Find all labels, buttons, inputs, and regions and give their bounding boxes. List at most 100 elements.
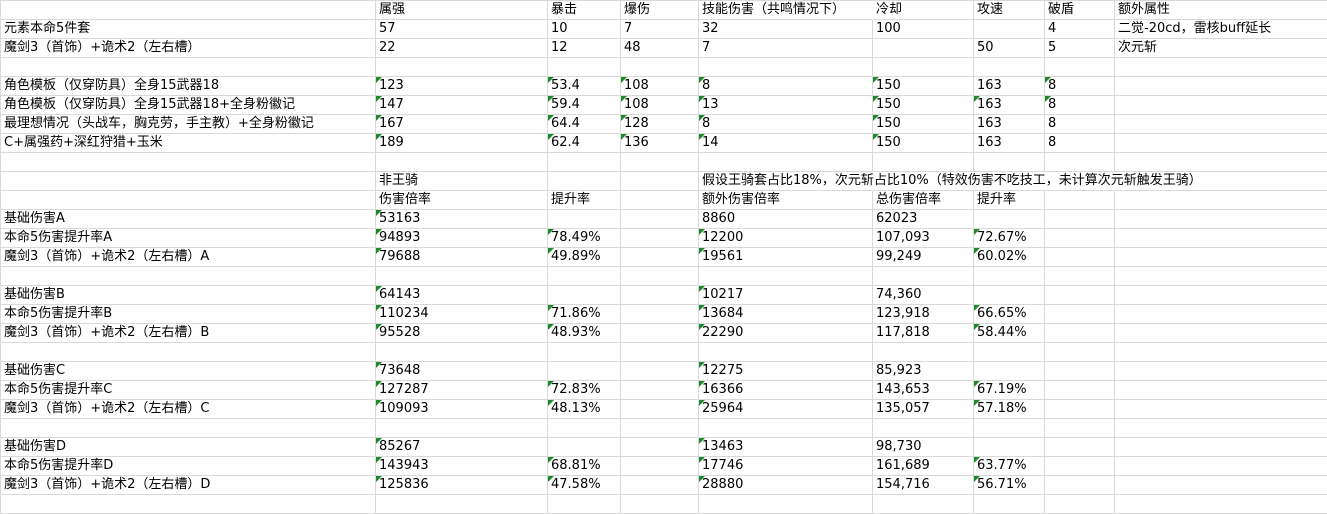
cell-r2-c9[interactable]: 二觉-20cd，雷核buff延长: [1115, 20, 1327, 39]
cell-r2-c2[interactable]: 57: [376, 20, 548, 39]
cell-r16-c3[interactable]: [548, 286, 621, 305]
cell-r5-c5[interactable]: 8: [699, 77, 873, 96]
cell-r1-c5[interactable]: 技能伤害（共鸣情况下）: [699, 1, 873, 20]
cell-r21-c6[interactable]: 143,653: [873, 381, 974, 400]
cell-r13-c9[interactable]: [1115, 229, 1327, 248]
cell-r5-c6[interactable]: 150: [873, 77, 974, 96]
cell-r23-c1[interactable]: [1, 419, 376, 438]
cell-r7-c9[interactable]: [1115, 115, 1327, 134]
cell-r12-c8[interactable]: [1045, 210, 1115, 229]
cell-r19-c3[interactable]: [548, 343, 621, 362]
cell-r9-c9[interactable]: [1115, 153, 1327, 172]
cell-r18-c9[interactable]: [1115, 324, 1327, 343]
cell-r20-c1[interactable]: 基础伤害C: [1, 362, 376, 381]
cell-r7-c5[interactable]: 8: [699, 115, 873, 134]
cell-r24-c9[interactable]: [1115, 438, 1327, 457]
cell-r18-c6[interactable]: 117,818: [873, 324, 974, 343]
cell-r17-c8[interactable]: [1045, 305, 1115, 324]
cell-r26-c5[interactable]: 28880: [699, 476, 873, 495]
cell-r15-c8[interactable]: [1045, 267, 1115, 286]
cell-r20-c2[interactable]: 73648: [376, 362, 548, 381]
cell-r27-c6[interactable]: [873, 495, 974, 514]
cell-r13-c5[interactable]: 12200: [699, 229, 873, 248]
cell-r4-c8[interactable]: [1045, 58, 1115, 77]
cell-r20-c3[interactable]: [548, 362, 621, 381]
cell-r14-c3[interactable]: 49.89%: [548, 248, 621, 267]
cell-r21-c4[interactable]: [621, 381, 699, 400]
cell-r3-c6[interactable]: [873, 39, 974, 58]
cell-r3-c5[interactable]: 7: [699, 39, 873, 58]
cell-r6-c5[interactable]: 13: [699, 96, 873, 115]
cell-r19-c9[interactable]: [1115, 343, 1327, 362]
cell-r21-c2[interactable]: 127287: [376, 381, 548, 400]
cell-r3-c9[interactable]: 次元斩: [1115, 39, 1327, 58]
cell-r4-c5[interactable]: [699, 58, 873, 77]
cell-r2-c6[interactable]: 100: [873, 20, 974, 39]
cell-r11-c2[interactable]: 伤害倍率: [376, 191, 548, 210]
cell-r9-c3[interactable]: [548, 153, 621, 172]
cell-r23-c4[interactable]: [621, 419, 699, 438]
cell-r17-c9[interactable]: [1115, 305, 1327, 324]
cell-r16-c9[interactable]: [1115, 286, 1327, 305]
cell-r11-c6[interactable]: 总伤害倍率: [873, 191, 974, 210]
cell-r15-c2[interactable]: [376, 267, 548, 286]
cell-r5-c4[interactable]: 108: [621, 77, 699, 96]
cell-r16-c5[interactable]: 10217: [699, 286, 873, 305]
cell-r7-c1[interactable]: 最理想情况（头战车，胸克劳，手主教）+全身粉徽记: [1, 115, 376, 134]
cell-r22-c6[interactable]: 135,057: [873, 400, 974, 419]
cell-r3-c1[interactable]: 魔剑3（首饰）+诡术2（左右槽）: [1, 39, 376, 58]
cell-r20-c9[interactable]: [1115, 362, 1327, 381]
cell-r7-c8[interactable]: 8: [1045, 115, 1115, 134]
cell-r1-c8[interactable]: 破盾: [1045, 1, 1115, 20]
cell-r11-c8[interactable]: [1045, 191, 1115, 210]
cell-r18-c4[interactable]: [621, 324, 699, 343]
cell-r7-c4[interactable]: 128: [621, 115, 699, 134]
cell-r6-c4[interactable]: 108: [621, 96, 699, 115]
cell-r25-c8[interactable]: [1045, 457, 1115, 476]
cell-r21-c7[interactable]: 67.19%: [974, 381, 1045, 400]
cell-r9-c8[interactable]: [1045, 153, 1115, 172]
cell-r21-c9[interactable]: [1115, 381, 1327, 400]
cell-r6-c9[interactable]: [1115, 96, 1327, 115]
cell-r22-c7[interactable]: 57.18%: [974, 400, 1045, 419]
cell-r8-c7[interactable]: 163: [974, 134, 1045, 153]
cell-r23-c2[interactable]: [376, 419, 548, 438]
cell-r4-c6[interactable]: [873, 58, 974, 77]
cell-r12-c2[interactable]: 53163: [376, 210, 548, 229]
cell-r10-c1[interactable]: [1, 172, 376, 191]
cell-r10-c8[interactable]: [1045, 172, 1115, 191]
cell-r25-c1[interactable]: 本命5伤害提升率D: [1, 457, 376, 476]
cell-r16-c7[interactable]: [974, 286, 1045, 305]
cell-r18-c2[interactable]: 95528: [376, 324, 548, 343]
cell-r8-c3[interactable]: 62.4: [548, 134, 621, 153]
cell-r7-c2[interactable]: 167: [376, 115, 548, 134]
cell-r26-c2[interactable]: 125836: [376, 476, 548, 495]
cell-r4-c3[interactable]: [548, 58, 621, 77]
cell-r12-c7[interactable]: [974, 210, 1045, 229]
cell-r7-c7[interactable]: 163: [974, 115, 1045, 134]
cell-r3-c4[interactable]: 48: [621, 39, 699, 58]
cell-r19-c6[interactable]: [873, 343, 974, 362]
cell-r26-c8[interactable]: [1045, 476, 1115, 495]
cell-r24-c5[interactable]: 13463: [699, 438, 873, 457]
cell-r22-c1[interactable]: 魔剑3（首饰）+诡术2（左右槽）C: [1, 400, 376, 419]
cell-r14-c2[interactable]: 79688: [376, 248, 548, 267]
cell-r17-c3[interactable]: 71.86%: [548, 305, 621, 324]
cell-r17-c4[interactable]: [621, 305, 699, 324]
cell-r22-c2[interactable]: 109093: [376, 400, 548, 419]
cell-r6-c2[interactable]: 147: [376, 96, 548, 115]
cell-r22-c5[interactable]: 25964: [699, 400, 873, 419]
cell-r17-c2[interactable]: 110234: [376, 305, 548, 324]
cell-r27-c2[interactable]: [376, 495, 548, 514]
cell-r27-c1[interactable]: [1, 495, 376, 514]
cell-r9-c1[interactable]: [1, 153, 376, 172]
cell-r14-c7[interactable]: 60.02%: [974, 248, 1045, 267]
cell-r27-c9[interactable]: [1115, 495, 1327, 514]
cell-r26-c9[interactable]: [1115, 476, 1327, 495]
cell-r1-c3[interactable]: 暴击: [548, 1, 621, 20]
cell-r11-c5[interactable]: 额外伤害倍率: [699, 191, 873, 210]
cell-r21-c8[interactable]: [1045, 381, 1115, 400]
cell-r17-c1[interactable]: 本命5伤害提升率B: [1, 305, 376, 324]
cell-r21-c1[interactable]: 本命5伤害提升率C: [1, 381, 376, 400]
cell-r14-c1[interactable]: 魔剑3（首饰）+诡术2（左右槽）A: [1, 248, 376, 267]
